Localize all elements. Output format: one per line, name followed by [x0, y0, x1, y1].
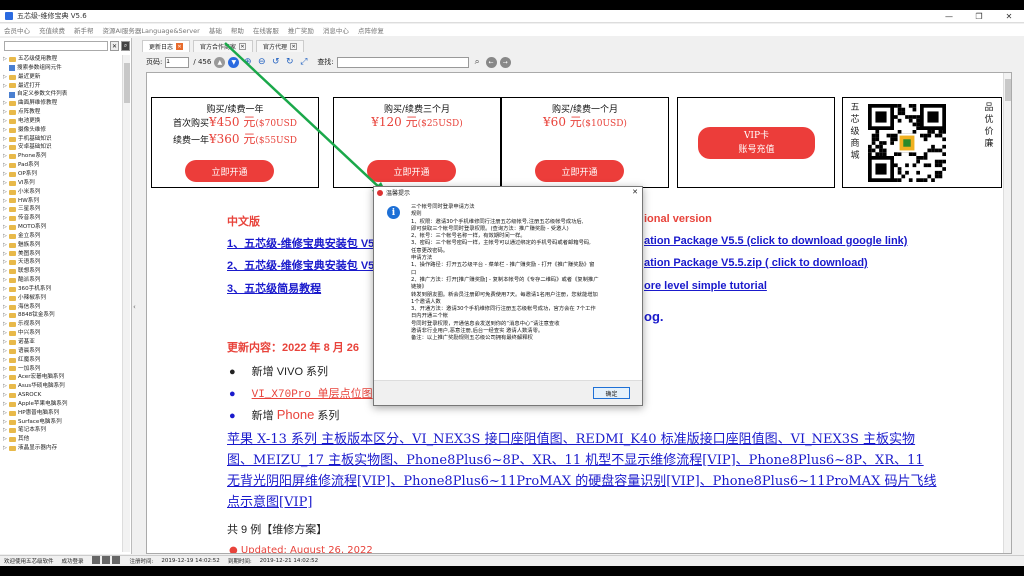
- dialog-footer: 确定: [374, 380, 642, 405]
- app-window: 五芯级-维修宝典 V5.6 — ❐ ✕ 会员中心 充值续费 新手帮 资源AI服务器La…: [0, 10, 1024, 566]
- dialog-title: 温馨提示: [386, 190, 411, 197]
- screen: 五芯级-维修宝典 V5.6 — ❐ ✕ 会员中心 充值续费 新手帮 资源AI服务器La…: [0, 0, 1024, 576]
- dialog-line: 三个帐号同时登录申请方法: [411, 204, 475, 210]
- dialog-line: 备注：以上推广奖励规则五芯级公司拥有最终解释权: [411, 335, 533, 342]
- info-icon: i: [387, 206, 400, 219]
- dialog-line: 任意更改密码。: [411, 247, 449, 254]
- dialog-line: 号同时登录权限，开通信息会发送到你的“消息中心”请注意查收: [411, 320, 560, 327]
- notice-dialog: 温馨提示 ✕ i 三个帐号同时登录申请方法 规则 1、权限：邀请30个手机维修同行注…: [373, 186, 643, 406]
- dialog-line: 规则: [411, 211, 422, 218]
- dialog-title-bar: 温馨提示 ✕: [374, 187, 642, 198]
- arrow-line: [224, 42, 383, 191]
- dialog-message: 三个帐号同时登录申请方法 规则 1、权限：邀请30个手机维修同行注册五芯级帐号,注册…: [411, 204, 633, 343]
- dialog-line: 2、推广方法：打开[推广赚奖励] - 复制本帐号的《专存二维码》或者《复制推广: [411, 276, 599, 283]
- dialog-app-icon: [377, 189, 383, 196]
- dialog-line: 日内开通三个帐: [411, 313, 449, 320]
- dialog-close-icon[interactable]: ✕: [632, 188, 638, 196]
- dialog-line: 口: [411, 269, 417, 276]
- ok-button[interactable]: 确定: [593, 387, 630, 399]
- dialog-line: 1、权限：邀请30个手机维修同行注册五芯级帐号,注册五芯级帐号成功后,: [411, 218, 584, 225]
- dialog-line: 1、操作路径：打开五芯级平台 - 菜单栏 - 推广赚奖励 - 打开《推广赚奖励》…: [411, 262, 595, 269]
- dialog-line: 转发到朋友圈。新会员注册即可免费使用7天。每邀请1名用户注册，您就能增加: [411, 291, 598, 298]
- dialog-line: 链接》: [411, 284, 427, 291]
- dialog-body: i 三个帐号同时登录申请方法 规则 1、权限：邀请30个手机维修同行注册五芯级帐号,…: [380, 200, 638, 378]
- dialog-line: 3、密码：三个帐号密码一样，主帐号可以通过绑定的手机号码或者邮箱号码,: [411, 240, 591, 247]
